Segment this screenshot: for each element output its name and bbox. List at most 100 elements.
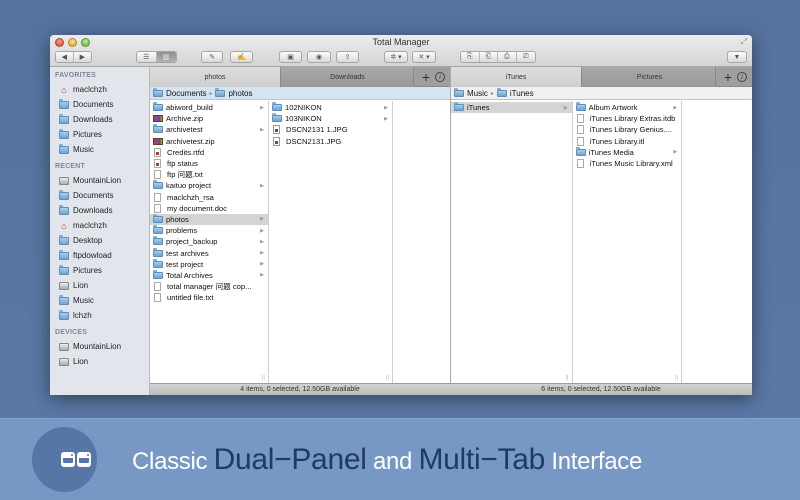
sidebar-item-label: maclchzh — [73, 85, 107, 94]
file-row[interactable]: abiword_build ▶ — [150, 102, 268, 113]
file-row[interactable]: ftp status — [150, 158, 268, 169]
column-resize-handle[interactable]: || — [675, 375, 678, 381]
right-column-1: iTunes ▶ || — [451, 101, 573, 383]
path-segment-itunes[interactable]: iTunes — [510, 89, 534, 98]
path-segment-music[interactable]: Music — [467, 89, 488, 98]
quicklook-button[interactable]: ◉ — [307, 51, 331, 63]
move-icon: ⎗ — [485, 53, 492, 60]
sidebar-item-downloads[interactable]: Downloads — [50, 112, 149, 127]
sidebar-item-pictures[interactable]: Pictures — [50, 263, 149, 278]
file-name: 102NIKON — [285, 103, 322, 113]
terminal-button[interactable]: ▣ — [279, 51, 302, 63]
file-row[interactable]: ftp 问题.txt — [150, 169, 268, 180]
folder-icon — [272, 102, 282, 112]
folder-icon — [153, 87, 163, 97]
promo-banner: Classic Dual−Panel and Multi−Tab Interfa… — [0, 418, 800, 500]
document-icon — [154, 170, 161, 180]
rename-button[interactable]: ✎ — [201, 51, 223, 63]
sidebar-item-pictures[interactable]: Pictures — [50, 127, 149, 142]
column-resize-handle[interactable]: || — [262, 375, 265, 381]
sidebar-item-lion[interactable]: Lion — [50, 354, 149, 369]
fullscreen-icon[interactable]: ⤢ — [741, 37, 747, 47]
info-icon[interactable]: i — [737, 72, 747, 82]
back-icon: ◀ — [61, 54, 67, 61]
file-row[interactable]: iTunes Library Extras.itdb — [573, 113, 682, 124]
file-row[interactable]: maclchzh_rsa — [150, 192, 268, 203]
move-button[interactable]: ⎗ — [479, 52, 498, 62]
file-row[interactable]: Total Archives ▶ — [150, 269, 268, 281]
folder-icon — [575, 146, 586, 156]
file-row[interactable]: iTunes Media ▶ — [573, 146, 682, 158]
edit-file-button[interactable]: ✍ — [230, 51, 253, 63]
file-row[interactable]: Archive.zip — [150, 113, 268, 124]
tab-pictures[interactable]: Pictures — [582, 67, 717, 87]
info-icon[interactable]: i — [435, 72, 445, 82]
file-row[interactable]: Credits.rtfd — [150, 147, 268, 158]
file-row[interactable]: archivetest ▶ — [150, 124, 268, 135]
column-resize-handle[interactable]: || — [565, 375, 568, 381]
add-tab-button[interactable]: + — [422, 68, 430, 86]
file-row[interactable]: photos ▶ — [150, 213, 268, 226]
sidebar-item-documents[interactable]: Documents — [50, 188, 149, 203]
add-tab-button[interactable]: + — [724, 68, 732, 86]
sidebar-item-ftpdowload[interactable]: ftpdowload — [50, 248, 149, 263]
file-row[interactable]: iTunes Library.itl — [573, 136, 682, 147]
sidebar-item-documents[interactable]: Documents — [50, 97, 149, 112]
share-icon: ⇪ — [344, 54, 351, 61]
file-row[interactable]: iTunes Library Genius.... — [573, 124, 682, 135]
file-row[interactable]: total manager 问题 cop... — [150, 281, 268, 292]
file-name: DSCN2131 1.JPG — [286, 125, 348, 135]
back-button[interactable]: ◀ — [56, 52, 74, 62]
file-name: iTunes Library.itl — [589, 136, 645, 146]
share-button[interactable]: ⇪ — [336, 51, 359, 63]
file-row[interactable]: test project ▶ — [150, 258, 268, 270]
file-row[interactable]: iTunes Music Library.xml — [573, 158, 682, 169]
list-view-button[interactable]: ☰ — [137, 52, 157, 62]
tools-icon: ✕ ▾ — [418, 54, 430, 61]
sidebar-item-maclchzh[interactable]: ⌂ maclchzh — [50, 82, 149, 97]
sidebar-item-desktop[interactable]: Desktop — [50, 233, 149, 248]
file-row[interactable]: 102NIKON ▶ — [269, 102, 392, 113]
document-icon — [576, 136, 584, 146]
file-row[interactable]: problems ▶ — [150, 225, 268, 236]
file-row[interactable]: project_backup ▶ — [150, 236, 268, 247]
file-row[interactable]: Album Artwork ▶ — [573, 102, 682, 113]
compress-button[interactable]: ⎙ — [498, 52, 517, 62]
sidebar-item-lchzh[interactable]: lchzh — [50, 308, 149, 323]
file-row[interactable]: my document.doc — [150, 203, 268, 214]
column-resize-handle[interactable]: || — [386, 375, 389, 381]
tab-downloads[interactable]: Downloads — [281, 67, 414, 87]
path-segment-photos[interactable]: photos — [228, 89, 252, 98]
sidebar-item-mountainlion[interactable]: MountainLion — [50, 339, 149, 354]
file-row[interactable]: untitled file.txt — [150, 292, 268, 303]
extract-button[interactable]: ⎚ — [516, 52, 535, 62]
tab-photos[interactable]: photos — [150, 67, 281, 87]
file-row[interactable]: DSCN2131.JPG — [269, 136, 392, 147]
forward-button[interactable]: ▶ — [73, 52, 91, 62]
sidebar-item-lion[interactable]: Lion — [50, 278, 149, 293]
file-name: problems — [166, 226, 198, 236]
copy-button[interactable]: ⎘ — [461, 52, 480, 62]
tab-itunes[interactable]: iTunes — [451, 67, 582, 87]
sidebar-item-music[interactable]: Music — [50, 142, 149, 157]
file-row[interactable]: archivetest.zip — [150, 136, 268, 147]
file-row[interactable]: iTunes ▶ — [451, 102, 572, 114]
panel-menu-button[interactable]: ▼ — [727, 51, 747, 63]
sidebar-item-music[interactable]: Music — [50, 293, 149, 308]
dual-panel-icon — [61, 452, 91, 467]
path-segment-documents[interactable]: Documents — [166, 89, 206, 98]
folder-icon — [59, 294, 69, 305]
sidebar-item-mountainlion[interactable]: MountainLion — [50, 173, 149, 188]
disk-icon — [59, 342, 69, 351]
file-row[interactable]: DSCN2131 1.JPG — [269, 124, 392, 135]
file-name: archivetest — [166, 125, 203, 135]
sidebar-item-downloads[interactable]: Downloads — [50, 203, 149, 218]
file-name: total manager 问题 cop... — [167, 282, 252, 292]
sidebar-item-maclchzh[interactable]: ⌂ maclchzh — [50, 218, 149, 233]
tools-menu-button[interactable]: ✕ ▾ — [412, 51, 436, 63]
file-row[interactable]: test archives ▶ — [150, 247, 268, 258]
column-view-button[interactable]: ▥ — [156, 52, 176, 62]
action-menu-button[interactable]: ✲ ▾ — [384, 51, 408, 63]
file-row[interactable]: 103NIKON ▶ — [269, 113, 392, 124]
file-row[interactable]: kaituo project ▶ — [150, 180, 268, 191]
